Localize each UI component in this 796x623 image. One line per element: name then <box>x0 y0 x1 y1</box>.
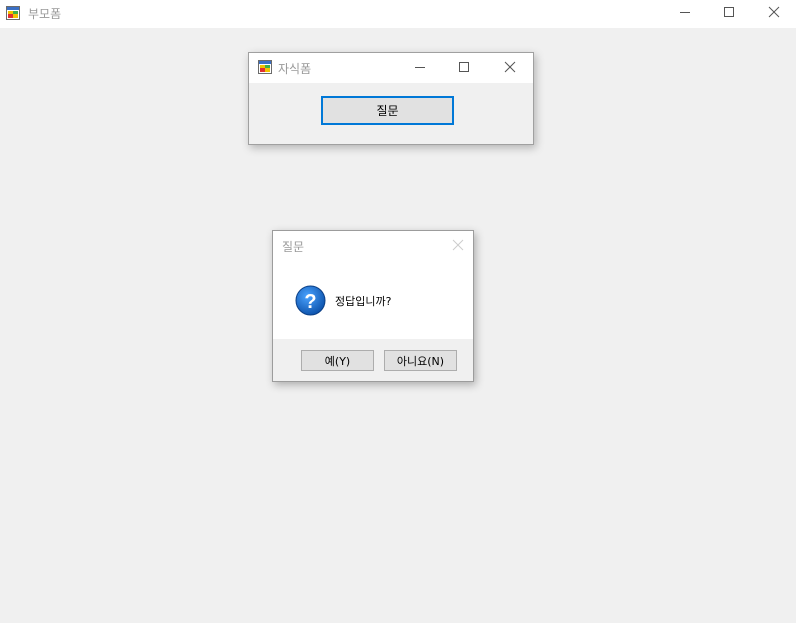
yes-button[interactable]: 예(Y) <box>301 350 374 371</box>
close-icon <box>504 61 516 73</box>
child-maximize-button[interactable] <box>451 56 477 78</box>
child-window-titlebar[interactable]: 자식폼 <box>249 53 533 83</box>
main-minimize-button[interactable] <box>668 0 702 24</box>
main-window-titlebar[interactable]: 부모폼 <box>0 0 796 28</box>
child-window-title: 자식폼 <box>278 62 312 76</box>
message-box-dialog: 질문 ? 정답입니까? 예(Y) 아니요(N) <box>272 230 474 382</box>
message-box-title: 질문 <box>282 240 305 254</box>
child-close-button[interactable] <box>497 56 523 78</box>
question-button[interactable]: 질문 <box>321 96 454 125</box>
close-icon <box>452 239 464 251</box>
maximize-icon <box>724 7 734 17</box>
child-minimize-button[interactable] <box>407 56 433 78</box>
main-maximize-button[interactable] <box>712 0 746 24</box>
app-form-icon <box>6 6 20 20</box>
close-icon <box>768 6 780 18</box>
main-close-button[interactable] <box>757 0 791 24</box>
question-icon: ? <box>295 285 326 316</box>
child-form-icon <box>258 60 272 74</box>
message-box-close-button[interactable] <box>451 238 465 252</box>
message-box-body: ? 정답입니까? <box>273 261 473 339</box>
minimize-icon <box>415 67 425 68</box>
maximize-icon <box>459 62 469 72</box>
no-button[interactable]: 아니요(N) <box>384 350 457 371</box>
message-box-footer: 예(Y) 아니요(N) <box>273 339 473 381</box>
message-text: 정답입니까? <box>335 295 392 308</box>
svg-text:?: ? <box>304 291 316 313</box>
minimize-icon <box>680 12 690 13</box>
child-window: 자식폼 질문 <box>248 52 534 145</box>
main-window-title: 부모폼 <box>28 7 62 21</box>
